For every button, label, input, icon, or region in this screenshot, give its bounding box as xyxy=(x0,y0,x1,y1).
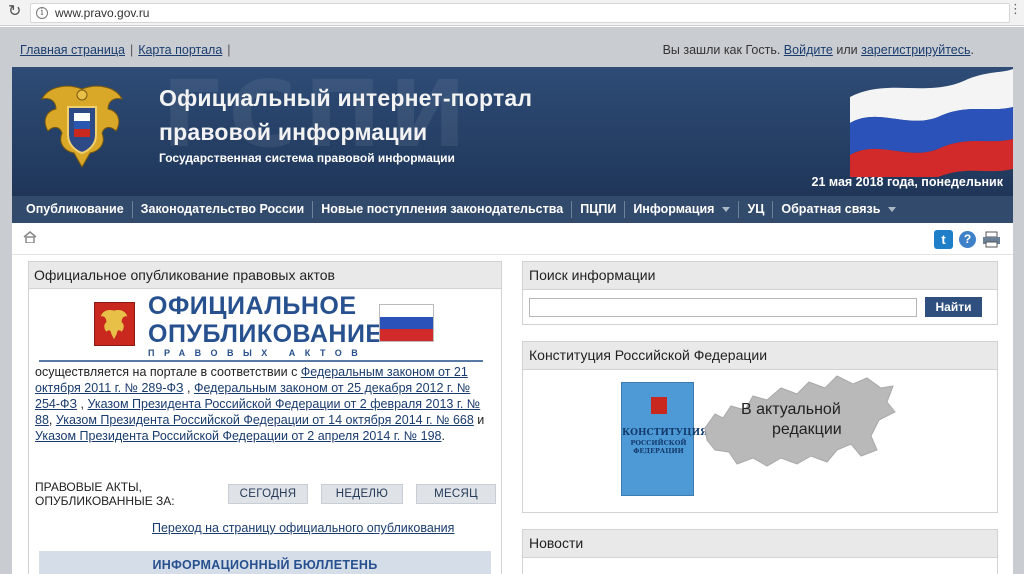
top-links: Главная страница | Карта портала | xyxy=(20,43,231,57)
info-icon[interactable]: i xyxy=(36,7,48,19)
current-date: 21 мая 2018 года, понедельник xyxy=(811,175,1004,189)
logo-line3: ПРАВОВЫХ АКТОВ xyxy=(148,348,368,358)
address-url[interactable]: www.pravo.gov.ru xyxy=(55,6,149,20)
nav-pcpi[interactable]: ПЦПИ xyxy=(572,196,624,223)
search-button[interactable]: Найти xyxy=(925,297,982,317)
month-button[interactable]: МЕСЯЦ xyxy=(416,484,496,504)
current-edition-line1: В актуальной xyxy=(741,401,841,418)
constitution-panel: Конституция Российской Федерации КОНСТИТ… xyxy=(522,341,998,513)
coat-of-arms-icon xyxy=(651,397,667,414)
share-tools: t ? xyxy=(934,230,1001,249)
register-link[interactable]: зарегистрируйтесь xyxy=(861,43,970,57)
decree-198-link[interactable]: Указом Президента Российской Федерации о… xyxy=(35,429,441,443)
acts-period-label: ПРАВОВЫЕ АКТЫ, ОПУБЛИКОВАННЫЕ ЗА: xyxy=(35,480,175,508)
sitemap-link[interactable]: Карта портала xyxy=(138,43,222,57)
search-input[interactable] xyxy=(529,298,917,317)
constitution-book-image[interactable]: КОНСТИТУЦИЯ РОССИЙСКОЙ ФЕДЕРАЦИИ xyxy=(621,382,708,496)
publication-basis-text: осуществляется на портале в соответствии… xyxy=(35,365,485,443)
official-publication-logo[interactable]: ОФИЦИАЛЬНОЕ ОПУБЛИКОВАНИЕ ПРАВОВЫХ АКТОВ xyxy=(29,290,503,362)
home-page-link[interactable]: Главная страница xyxy=(20,43,125,57)
portal-title-line1: Официальный интернет-портал xyxy=(159,85,533,111)
chevron-down-icon xyxy=(888,207,897,213)
week-button[interactable]: НЕДЕЛЮ xyxy=(321,484,403,504)
news-panel: Новости xyxy=(522,529,998,574)
search-panel-title: Поиск информации xyxy=(523,262,997,290)
page-background: Главная страница | Карта портала | Вы зашли… xyxy=(0,27,1024,574)
information-bulletin-button[interactable]: ИНФОРМАЦИОННЫЙ БЮЛЛЕТЕНЬ xyxy=(39,551,491,574)
portal-title-line2: правовой информации xyxy=(159,119,428,145)
goto-official-publication-link[interactable]: Переход на страницу официального опублик… xyxy=(152,521,454,535)
nav-uc[interactable]: УЦ xyxy=(739,196,772,223)
official-publication-panel: Официальное опубликование правовых актов… xyxy=(28,261,502,574)
browser-toolbar: ↻ i www.pravo.gov.ru ⋮ xyxy=(0,0,1024,26)
logo-line1: ОФИЦИАЛЬНОЕ xyxy=(148,292,357,320)
news-panel-title: Новости xyxy=(523,530,997,558)
nav-publication[interactable]: Опубликование xyxy=(18,196,132,223)
login-link[interactable]: Войдите xyxy=(784,43,833,57)
russian-flag-icon xyxy=(850,69,1013,177)
browser-menu-icon[interactable]: ⋮ xyxy=(1009,0,1022,18)
panel-title: Официальное опубликование правовых актов xyxy=(29,262,501,289)
main-navigation: Опубликование Законодательство России Но… xyxy=(12,196,1013,223)
address-bar[interactable]: i www.pravo.gov.ru xyxy=(30,3,1010,23)
today-button[interactable]: СЕГОДНЯ xyxy=(228,484,308,504)
current-edition-line2: редакции xyxy=(772,421,842,438)
user-status: Вы зашли как Гость. Войдите или зарегист… xyxy=(662,43,974,57)
nav-information[interactable]: Информация xyxy=(625,196,738,223)
nav-legislation[interactable]: Законодательство России xyxy=(133,196,313,223)
portal-subtitle: Государственная система правовой информа… xyxy=(159,151,455,165)
help-icon[interactable]: ? xyxy=(959,231,976,248)
home-icon[interactable] xyxy=(23,231,37,243)
logo-line2: ОПУБЛИКОВАНИЕ xyxy=(148,320,383,348)
reload-icon[interactable]: ↻ xyxy=(8,3,21,21)
nav-new-legislation[interactable]: Новые поступления законодательства xyxy=(313,196,571,223)
site-header: ГСПИ Официальный интернет-портал правово… xyxy=(12,67,1013,196)
chevron-down-icon xyxy=(722,207,731,213)
coat-of-arms-icon xyxy=(94,302,135,346)
print-icon[interactable] xyxy=(982,231,1001,248)
content-area: t ? Официальное опубликование правовых а… xyxy=(12,223,1013,574)
flag-icon xyxy=(379,304,434,342)
decree-668-link[interactable]: Указом Президента Российской Федерации о… xyxy=(56,413,474,427)
nav-feedback[interactable]: Обратная связь xyxy=(773,196,904,223)
search-panel: Поиск информации Найти xyxy=(522,261,998,325)
twitter-icon[interactable]: t xyxy=(934,230,953,249)
fso-emblem-icon[interactable] xyxy=(36,81,128,169)
